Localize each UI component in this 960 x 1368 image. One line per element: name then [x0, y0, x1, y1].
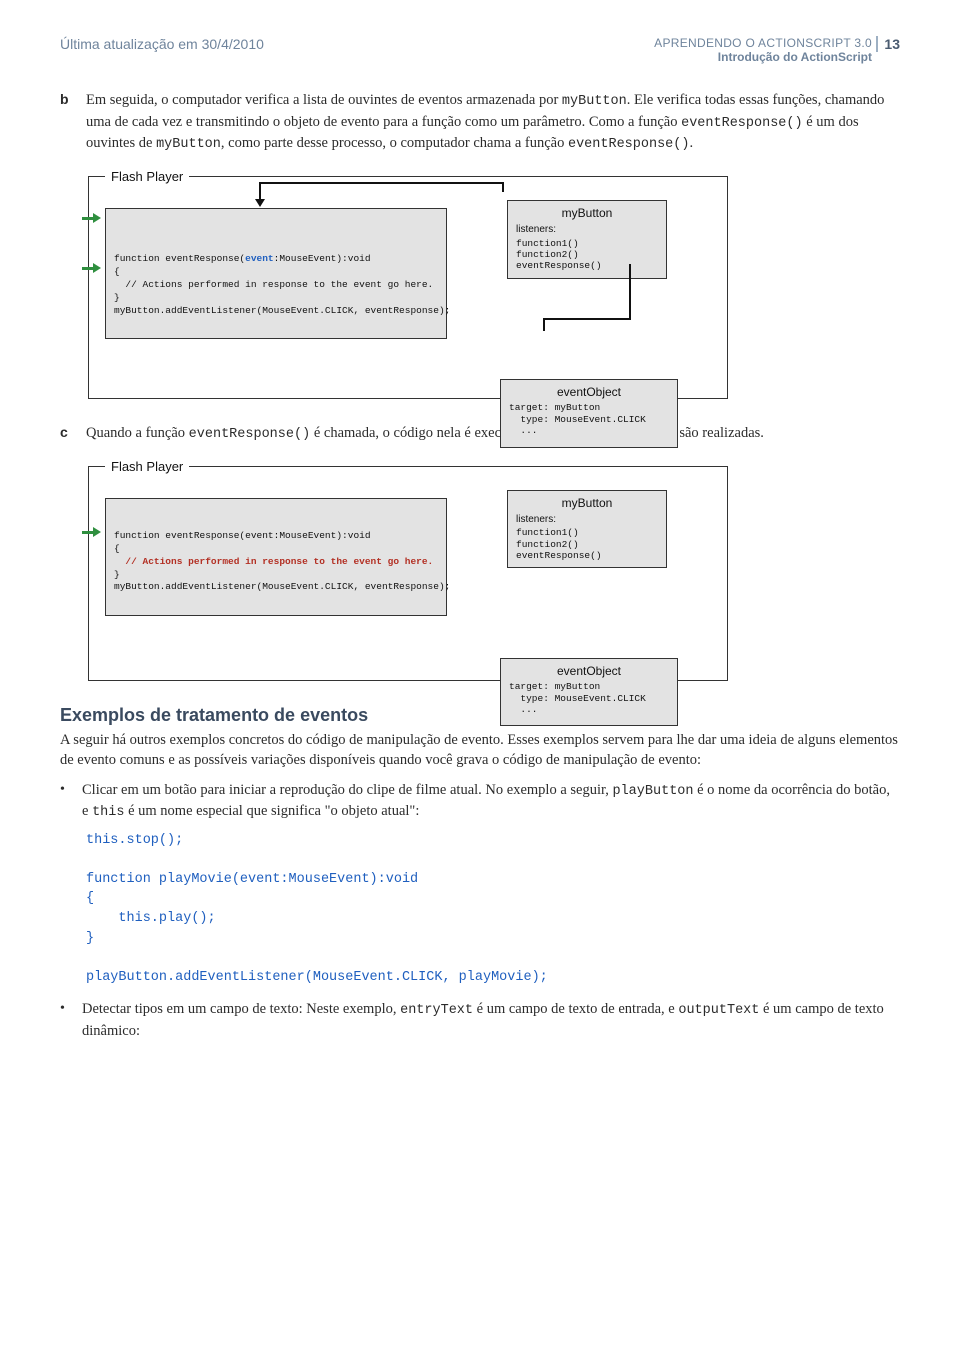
- code-l1b: :MouseEvent):void: [274, 253, 371, 264]
- flashplayer-legend-2: Flash Player: [105, 459, 189, 474]
- mybutton-l3: eventResponse(): [516, 260, 658, 271]
- code-box: function eventResponse(event:MouseEvent)…: [105, 208, 447, 339]
- mybutton-subtitle-2: listeners:: [516, 513, 658, 527]
- arrow-icon: [82, 527, 102, 537]
- eventobject-box-2: eventObject target: myButton type: Mouse…: [500, 658, 678, 726]
- eventobject2-r3: ...: [509, 704, 669, 715]
- b2-a: Detectar tipos em um campo de texto: Nes…: [82, 1001, 400, 1017]
- eventobject-title: eventObject: [509, 384, 669, 400]
- code-l2: {: [114, 266, 120, 277]
- bullet-icon: •: [60, 780, 70, 823]
- eventobject-title-2: eventObject: [509, 663, 669, 679]
- bullet1-text: Clicar em um botão para iniciar a reprod…: [82, 780, 900, 823]
- header-right: APRENDENDO O ACTIONSCRIPT 3.0 Introdução…: [654, 36, 900, 64]
- b2-code1: entryText: [400, 1003, 473, 1018]
- step-b-t5: .: [690, 135, 694, 151]
- product-name: APRENDENDO O ACTIONSCRIPT 3.0: [654, 36, 872, 50]
- connector-line: [543, 318, 545, 331]
- arrow-icon: [82, 213, 102, 223]
- connector-line: [259, 182, 504, 184]
- flashplayer-frame-2: Flash Player function eventResponse(even…: [88, 459, 728, 681]
- diagram-b: Flash Player function eventResponse(even…: [88, 169, 900, 399]
- step-b-code1: myButton: [562, 94, 627, 109]
- code-l5: myButton.addEventListener(MouseEvent.CLI…: [114, 305, 450, 316]
- eventobject-box: eventObject target: myButton type: Mouse…: [500, 379, 678, 447]
- code-l1a: function eventResponse(: [114, 253, 245, 264]
- b2-b: é um campo de texto de entrada, e: [473, 1001, 678, 1017]
- mybutton-title-2: myButton: [516, 495, 658, 511]
- mybutton2-l2: function2(): [516, 539, 658, 550]
- example-bullet-2: • Detectar tipos em um campo de texto: N…: [60, 999, 900, 1041]
- connector-line: [259, 182, 261, 200]
- step-c: c Quando a função eventResponse() é cham…: [60, 423, 900, 445]
- mybutton2-l3: eventResponse(): [516, 550, 658, 561]
- code-l4: }: [114, 292, 120, 303]
- flashplayer-legend: Flash Player: [105, 169, 189, 184]
- code-event-kw: event: [245, 253, 274, 264]
- b2-code2: outputText: [678, 1003, 759, 1018]
- examples-intro: A seguir há outros exemplos concretos do…: [60, 730, 900, 770]
- code-example-1: this.stop(); function playMovie(event:Mo…: [86, 831, 900, 988]
- d2-l2: {: [114, 543, 120, 554]
- page-number: 13: [876, 36, 900, 52]
- code-l3: // Actions performed in response to the …: [114, 279, 433, 290]
- flashplayer-frame: Flash Player function eventResponse(even…: [88, 169, 728, 399]
- eventobject2-r2: type: MouseEvent.CLICK: [509, 693, 669, 704]
- arrow-icon: [82, 263, 102, 273]
- b1-code1: playButton: [612, 784, 693, 799]
- mybutton-l2: function2(): [516, 249, 658, 260]
- connector-line: [629, 264, 631, 320]
- d2-l1: function eventResponse(event:MouseEvent)…: [114, 530, 371, 541]
- last-update-text: Última atualização em 30/4/2010: [60, 36, 264, 52]
- mybutton-l1: function1(): [516, 238, 658, 249]
- d2-l3: // Actions performed in response to the …: [114, 556, 433, 567]
- b1-c: é um nome especial que significa "o obje…: [124, 803, 419, 819]
- b1-a: Clicar em um botão para iniciar a reprod…: [82, 782, 612, 798]
- mybutton2-l1: function1(): [516, 527, 658, 538]
- step-b-code3: myButton: [156, 137, 221, 152]
- d2-l4: }: [114, 569, 120, 580]
- mybutton-title: myButton: [516, 205, 658, 221]
- bullet-icon: •: [60, 999, 70, 1041]
- example-bullet-1: • Clicar em um botão para iniciar a repr…: [60, 780, 900, 823]
- step-b-code4: eventResponse(): [568, 137, 690, 152]
- eventobject2-r1: target: myButton: [509, 681, 669, 692]
- step-b-t4: , como parte desse processo, o computado…: [221, 135, 568, 151]
- b1-code2: this: [92, 805, 124, 820]
- mybutton-box: myButton listeners: function1() function…: [507, 200, 667, 279]
- arrowhead-down-icon: [255, 199, 265, 207]
- step-b-text: Em seguida, o computador verifica a list…: [86, 90, 900, 155]
- step-c-code1: eventResponse(): [189, 427, 311, 442]
- diagram-c: Flash Player function eventResponse(even…: [88, 459, 900, 681]
- step-b-marker: b: [60, 90, 74, 155]
- code-box-2: function eventResponse(event:MouseEvent)…: [105, 498, 447, 617]
- mybutton-subtitle: listeners:: [516, 223, 658, 237]
- connector-line: [543, 318, 631, 320]
- step-b-code2: eventResponse(): [681, 116, 803, 131]
- step-b-t1: Em seguida, o computador verifica a list…: [86, 92, 562, 108]
- eventobject-r1: target: myButton: [509, 402, 669, 413]
- step-c-marker: c: [60, 423, 74, 445]
- page-header: Última atualização em 30/4/2010 APRENDEN…: [60, 36, 900, 64]
- step-c-t1: Quando a função: [86, 425, 189, 441]
- step-b: b Em seguida, o computador verifica a li…: [60, 90, 900, 155]
- eventobject-r2: type: MouseEvent.CLICK: [509, 414, 669, 425]
- chapter-name: Introdução do ActionScript: [654, 50, 872, 64]
- bullet2-text: Detectar tipos em um campo de texto: Nes…: [82, 999, 900, 1041]
- eventobject-r3: ...: [509, 425, 669, 436]
- examples-heading: Exemplos de tratamento de eventos: [60, 705, 900, 726]
- mybutton-box-2: myButton listeners: function1() function…: [507, 490, 667, 569]
- d2-l5: myButton.addEventListener(MouseEvent.CLI…: [114, 581, 450, 592]
